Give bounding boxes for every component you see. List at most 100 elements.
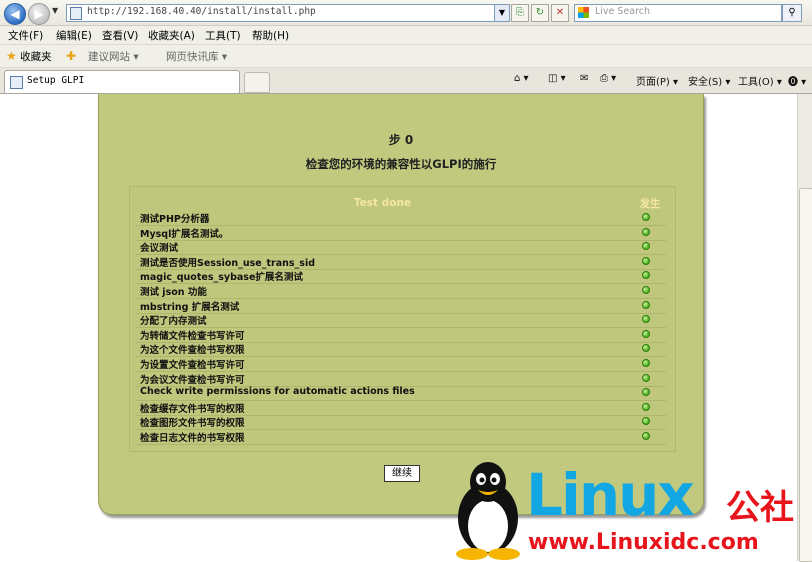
page-icon xyxy=(10,76,23,89)
status-ok-icon xyxy=(642,432,650,440)
check-label: 测试 json 功能 xyxy=(140,287,207,298)
menu-tools[interactable]: 工具(T) xyxy=(205,28,241,43)
table-row: magic_quotes_sybase扩展名测试 xyxy=(136,268,666,285)
check-label: 为设置文件查检书写许可 xyxy=(140,360,245,371)
table-row: 测试是否使用Session_use_trans_sid xyxy=(136,254,666,270)
table-row: 检查缓存文件书写的权限 xyxy=(136,400,666,416)
add-favorite-icon[interactable]: ✚ xyxy=(66,49,76,63)
status-ok-icon xyxy=(642,315,650,324)
table-row: 分配了内存测试 xyxy=(136,312,666,329)
table-row: 检查图形文件书写的权限 xyxy=(136,414,666,431)
tab-title: Setup GLPI xyxy=(27,75,85,86)
menu-file[interactable]: 文件(F) xyxy=(8,28,43,43)
check-label: 为会议文件查检书写许可 xyxy=(140,374,245,386)
page-menu[interactable]: 页面(P) ▾ xyxy=(636,73,678,88)
home-icon[interactable]: ⌂ ▾ xyxy=(514,73,529,84)
compatibility-view-button[interactable]: ⎘ xyxy=(511,4,529,22)
star-add-icon: ✚ xyxy=(66,49,77,63)
history-dropdown-icon[interactable]: ▼ xyxy=(52,6,58,15)
refresh-button[interactable]: ↻ xyxy=(531,4,549,22)
table-row: 测试PHP分析器 xyxy=(136,210,666,226)
page-icon xyxy=(70,7,82,20)
check-label: 测试PHP分析器 xyxy=(140,214,210,225)
status-ok-icon xyxy=(642,213,650,221)
search-placeholder[interactable]: Live Search xyxy=(595,6,650,17)
continue-button[interactable]: 继续 xyxy=(384,465,420,482)
table-row: 为这个文件查检书写权限 xyxy=(136,341,666,358)
table-row: 为会议文件查检书写许可 xyxy=(136,371,666,387)
menu-bar: 文件(F) 编辑(E) 查看(V) 收藏夹(A) 工具(T) 帮助(H) xyxy=(0,26,812,45)
mail-icon[interactable]: ✉ xyxy=(580,73,588,84)
table-row: 检查日志文件的书写权限 xyxy=(136,429,666,445)
menu-view[interactable]: 查看(V) xyxy=(102,28,138,43)
table-row: mbstring 扩展名测试 xyxy=(136,298,666,314)
address-bar[interactable]: http://192.168.40.40/install/install.php xyxy=(66,4,510,22)
page-title: 检查您的环境的兼容性以GLPI的施行 xyxy=(305,157,497,171)
table-row: 为转储文件检查书写许可 xyxy=(136,327,666,343)
status-ok-icon xyxy=(642,373,650,382)
arrow-right-icon: ▶ xyxy=(34,7,44,21)
status-ok-icon xyxy=(642,227,650,236)
status-ok-icon xyxy=(642,344,650,353)
new-tab-button[interactable] xyxy=(244,72,270,93)
feeds-icon[interactable]: ◫ ▾ xyxy=(548,73,566,84)
column-header-result: 发生 xyxy=(639,198,661,210)
favorites-button[interactable]: ★ 收藏夹 xyxy=(6,49,52,64)
table-row: Mysql扩展名测试。 xyxy=(136,225,666,241)
check-label: 检查缓存文件书写的权限 xyxy=(140,403,245,415)
address-dropdown-button[interactable]: ▼ xyxy=(494,4,510,22)
print-icon[interactable]: ⎙ ▾ xyxy=(600,73,616,84)
check-label: 为这个文件查检书写权限 xyxy=(140,345,245,357)
suggested-sites-link[interactable]: 建议网站 ▾ xyxy=(88,49,139,64)
table-row: 为设置文件查检书写许可 xyxy=(136,356,666,372)
favorites-label: 收藏夹 xyxy=(20,51,52,63)
browser-chrome: ◀ ▶ ▼ http://192.168.40.40/install/insta… xyxy=(0,0,812,94)
back-button[interactable]: ◀ xyxy=(4,3,26,25)
arrow-left-icon: ◀ xyxy=(10,7,20,21)
status-ok-icon xyxy=(642,388,650,397)
menu-favorites[interactable]: 收藏夹(A) xyxy=(148,28,195,43)
table-row: 测试 json 功能 xyxy=(136,283,666,299)
status-ok-icon xyxy=(642,242,650,251)
status-ok-icon xyxy=(642,329,650,338)
stop-button[interactable]: ✕ xyxy=(551,4,569,22)
check-label: 测试是否使用Session_use_trans_sid xyxy=(140,257,316,269)
status-ok-icon xyxy=(642,256,650,265)
check-label: 为转储文件检查书写许可 xyxy=(140,330,245,342)
address-toolbar: ◀ ▶ ▼ http://192.168.40.40/install/insta… xyxy=(0,0,812,26)
address-text[interactable]: http://192.168.40.40/install/install.php xyxy=(87,6,316,17)
tools-menu[interactable]: 工具(O) ▾ xyxy=(738,73,782,88)
help-icon[interactable]: ⓿ ▾ xyxy=(788,73,806,88)
safety-menu[interactable]: 安全(S) ▾ xyxy=(688,73,730,88)
step-title: 步 0 xyxy=(388,133,414,147)
status-ok-icon xyxy=(642,286,650,294)
tab-setup-glpi[interactable]: Setup GLPI xyxy=(4,70,240,93)
check-label: mbstring 扩展名测试 xyxy=(140,301,240,313)
watermark-brand: Linux xyxy=(526,461,695,529)
watermark-brand-cn: 公社 xyxy=(726,488,794,528)
status-ok-icon xyxy=(642,300,650,309)
tux-penguin-logo xyxy=(456,462,520,560)
magnifier-icon: ⚲ xyxy=(788,7,796,18)
tab-bar: Setup GLPI ⌂ ▾ ◫ ▾ ✉ ⎙ ▾ 页面(P) ▾ 安全(S) ▾… xyxy=(0,68,812,94)
favorites-bar: ★ 收藏夹 ✚ 建议网站 ▾ 网页快讯库 ▾ xyxy=(0,45,812,68)
check-label: Check write permissions for automatic ac… xyxy=(140,386,415,398)
menu-edit[interactable]: 编辑(E) xyxy=(56,28,92,43)
compatibility-check-table: Test done 发生 测试PHP分析器 Mysql扩展名测试。会议测试测试是否… xyxy=(129,186,676,452)
watermark-url: www.Linuxidc.com xyxy=(528,530,759,555)
forward-button[interactable]: ▶ xyxy=(28,3,50,25)
status-ok-icon xyxy=(642,271,650,280)
search-button[interactable]: ⚲ xyxy=(782,4,802,22)
check-label: magic_quotes_sybase扩展名测试 xyxy=(140,272,303,284)
check-label: 分配了内存测试 xyxy=(140,316,207,328)
column-header-test: Test done xyxy=(353,197,412,209)
menu-help[interactable]: 帮助(H) xyxy=(252,28,289,43)
status-ok-icon xyxy=(642,402,650,411)
status-ok-icon xyxy=(642,359,650,367)
check-label: 会议测试 xyxy=(140,243,179,255)
table-row: 会议测试 xyxy=(136,239,666,256)
table-row: Check write permissions for automatic ac… xyxy=(136,385,666,402)
search-input[interactable]: Live Search xyxy=(574,4,782,22)
web-slice-gallery-link[interactable]: 网页快讯库 ▾ xyxy=(166,49,227,64)
check-label: 检查日志文件的书写权限 xyxy=(140,433,245,444)
